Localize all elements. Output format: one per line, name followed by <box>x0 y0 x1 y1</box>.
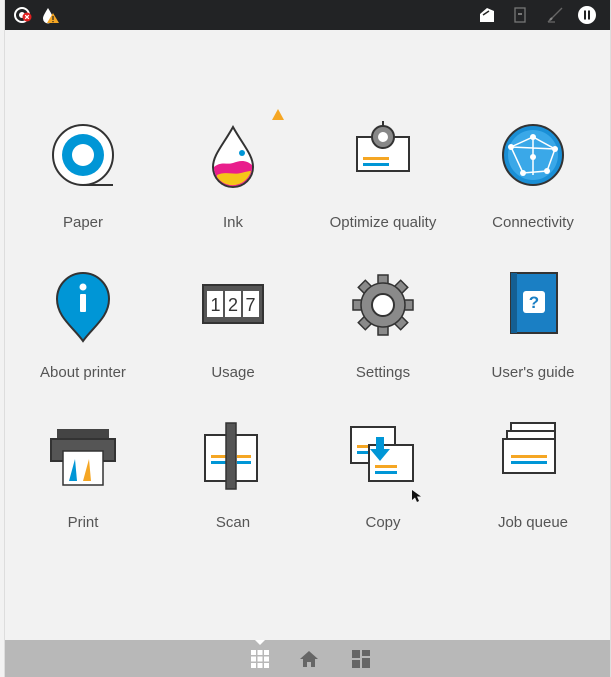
copy-icon <box>350 426 414 482</box>
home-icon[interactable] <box>297 647 321 671</box>
optimize-quality-icon <box>356 121 410 172</box>
printer-icon <box>50 429 116 486</box>
gear-icon <box>352 274 414 336</box>
job-queue-icon <box>502 422 556 474</box>
printer-home-screen: Paper Ink Optimize quality Connectivity … <box>4 0 611 677</box>
tile-label: Paper <box>62 214 104 231</box>
tile-label: Copy <box>365 514 401 531</box>
ink-drop-icon <box>211 124 255 188</box>
scanner-icon <box>204 422 258 490</box>
counter-digit: 1 <box>210 295 220 315</box>
svg-text:?: ? <box>529 293 539 312</box>
tile-label: Job queue <box>497 514 569 531</box>
usage-counter-icon: 1 2 7 <box>202 284 264 324</box>
paper-feed-icon[interactable] <box>477 5 497 25</box>
tile-copy[interactable]: Copy <box>308 415 458 565</box>
ink-warning-icon <box>272 109 284 120</box>
tile-print[interactable]: Print <box>8 415 158 565</box>
tile-label: Ink <box>222 214 243 231</box>
tile-job-queue[interactable]: Job queue <box>458 415 608 565</box>
tile-scan[interactable]: Scan <box>158 415 308 565</box>
counter-digit: 7 <box>245 295 255 315</box>
tile-optimize-quality[interactable]: Optimize quality <box>308 115 458 265</box>
tile-label: Scan <box>215 514 251 531</box>
info-pin-icon <box>55 272 111 343</box>
tile-label: Print <box>67 514 99 531</box>
tile-label: Settings <box>355 364 411 381</box>
pause-icon[interactable] <box>577 5 597 25</box>
document-icon[interactable] <box>510 5 530 25</box>
tile-settings[interactable]: Settings <box>308 265 458 415</box>
tile-ink[interactable]: Ink <box>158 109 308 265</box>
counter-digit: 2 <box>228 295 238 315</box>
widgets-icon[interactable] <box>349 647 373 671</box>
tile-label: Connectivity <box>492 214 574 231</box>
tile-label: User's guide <box>491 364 575 381</box>
tile-label: Usage <box>211 364 255 381</box>
status-bar <box>5 0 610 30</box>
tile-usage[interactable]: 1 2 7 Usage <box>158 265 308 415</box>
help-book-icon: ? <box>510 272 558 334</box>
tile-label: Optimize quality <box>329 214 437 231</box>
pen-edit-icon[interactable] <box>545 5 565 25</box>
warning-droplet-icon[interactable] <box>40 5 60 25</box>
tile-connectivity[interactable]: Connectivity <box>458 115 608 265</box>
tile-paper[interactable]: Paper <box>8 115 158 265</box>
paper-roll-icon <box>52 124 114 186</box>
active-page-indicator <box>255 640 265 645</box>
tile-about-printer[interactable]: About printer <box>8 265 158 415</box>
bottom-nav-bar <box>5 640 610 677</box>
app-grid: Paper Ink Optimize quality Connectivity … <box>5 30 610 640</box>
tile-label: About printer <box>40 364 126 381</box>
mouse-cursor-icon <box>412 490 421 502</box>
tile-users-guide[interactable]: ? User's guide <box>458 265 608 415</box>
printer-status-error-icon[interactable] <box>13 5 33 25</box>
globe-network-icon <box>502 124 564 186</box>
apps-grid-icon[interactable] <box>248 647 272 671</box>
